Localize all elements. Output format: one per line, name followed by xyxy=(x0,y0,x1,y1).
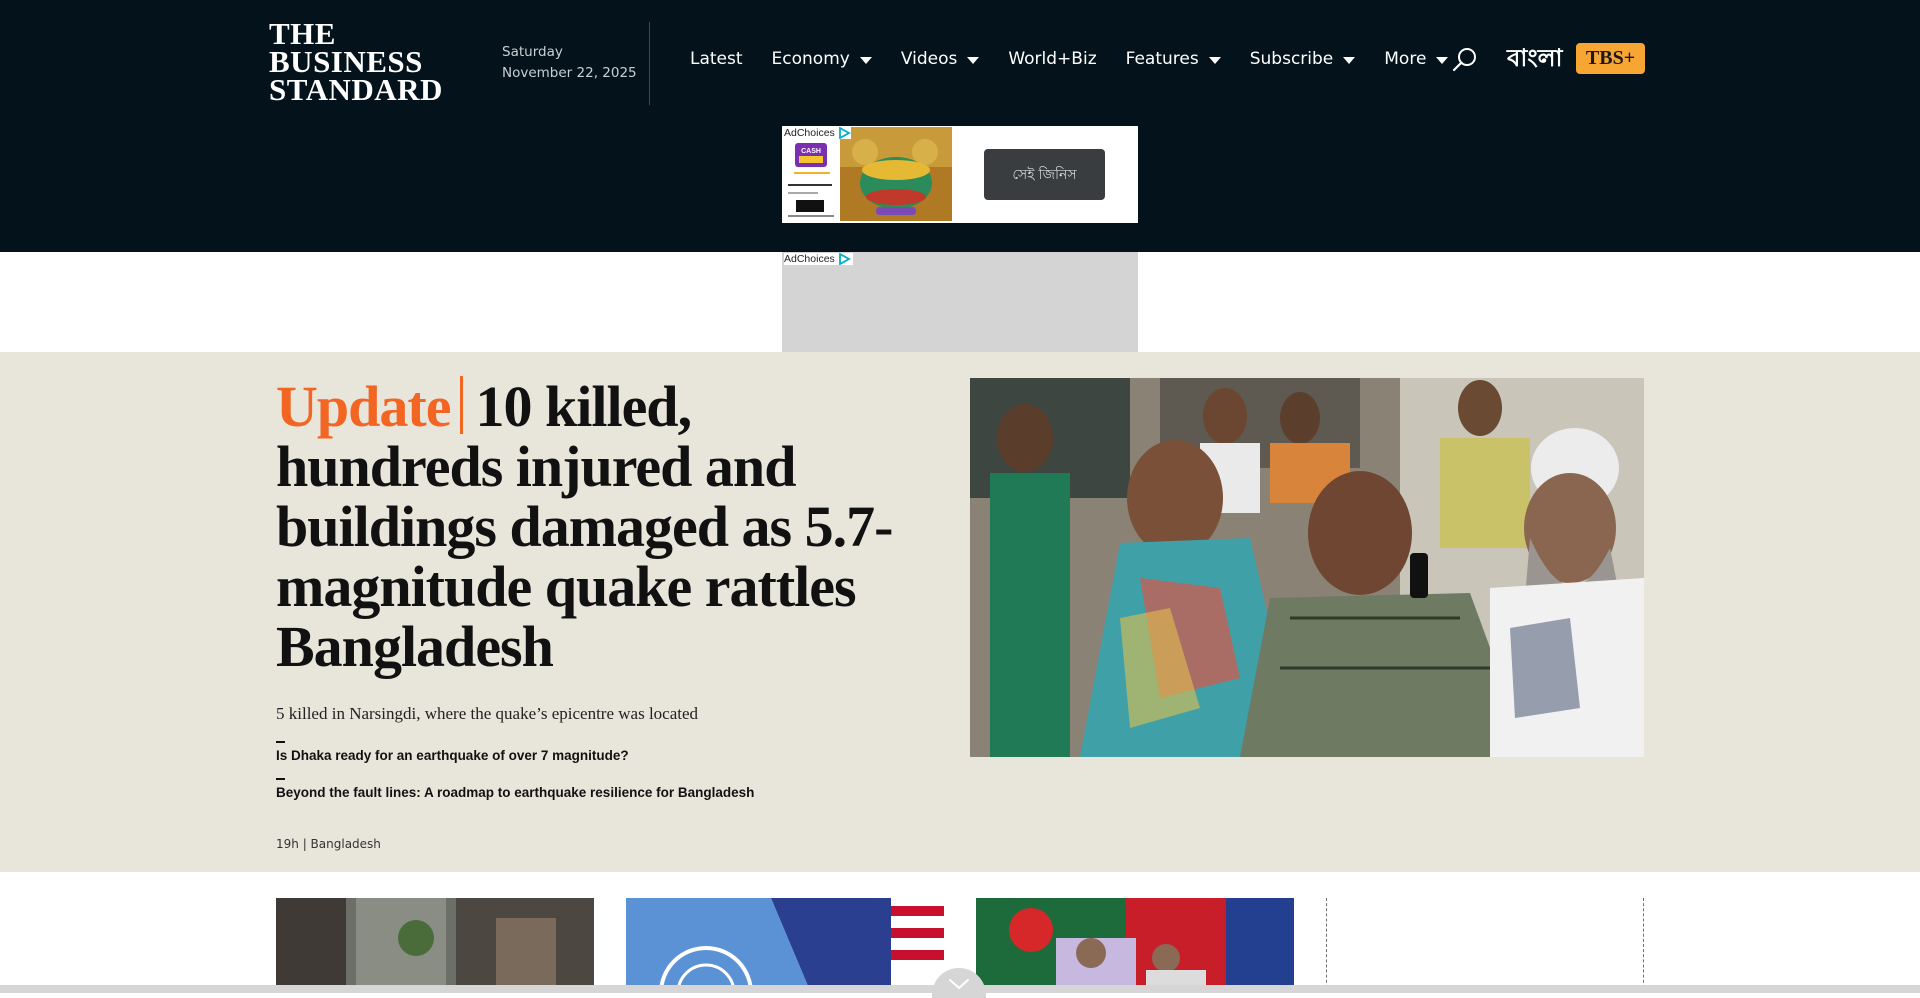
nav-label: Economy xyxy=(771,49,850,69)
related-link-1[interactable]: Is Dhaka ready for an earthquake of over… xyxy=(276,748,629,763)
story-meta: 19h | Bangladesh xyxy=(276,837,381,851)
ad-thumb-text: CASH xyxy=(801,148,821,155)
caret-down-icon xyxy=(967,56,980,64)
story-thumbnail-1[interactable] xyxy=(276,898,594,993)
nav-label: Subscribe xyxy=(1249,49,1334,69)
ad-cta-button[interactable]: সেই জিনিস xyxy=(984,149,1105,200)
story-thumbnail-3[interactable] xyxy=(976,898,1294,993)
caret-down-icon xyxy=(1343,56,1356,64)
advertisement-banner[interactable]: AdChoices CASH সেই জিনিস xyxy=(782,126,1138,223)
tag-divider xyxy=(460,376,464,434)
nav-label: World+Biz xyxy=(1008,49,1097,69)
adchoices-label: AdChoices xyxy=(784,127,835,139)
nav-label: Features xyxy=(1125,49,1199,69)
adchoices-label: AdChoices xyxy=(784,253,835,265)
tbs-plus-button[interactable]: TBS+ xyxy=(1576,43,1645,74)
current-date: Saturday November 22, 2025 xyxy=(502,42,637,84)
site-logo[interactable]: THE BUSINESS STANDARD xyxy=(269,18,444,107)
adchoices-icon xyxy=(838,253,851,265)
nav-videos[interactable]: Videos xyxy=(901,49,980,69)
update-tag: Update xyxy=(276,374,451,439)
related-link-2[interactable]: Beyond the fault lines: A roadmap to ear… xyxy=(276,785,754,800)
caret-down-icon xyxy=(859,56,872,64)
nav-label: Latest xyxy=(690,49,743,69)
lead-story: Update 10 killed, hundreds injured and bu… xyxy=(0,352,1920,872)
search-icon[interactable] xyxy=(1452,47,1478,73)
story-thumbnail-2[interactable] xyxy=(626,898,944,993)
bangla-link[interactable]: বাংলা xyxy=(1507,40,1563,80)
advertisement-slot[interactable]: AdChoices xyxy=(782,252,1138,352)
site-header: THE BUSINESS STANDARD Saturday November … xyxy=(0,0,1920,252)
lead-subheadline: 5 killed in Narsingdi, where the quake’s… xyxy=(276,704,699,723)
nav-world-biz[interactable]: World+Biz xyxy=(1008,49,1096,69)
nav-label: More xyxy=(1384,49,1427,69)
sidebar-panel xyxy=(1326,898,1644,993)
adchoices-badge[interactable]: AdChoices xyxy=(784,127,851,139)
ad-image xyxy=(840,127,952,221)
related-dash xyxy=(276,778,285,780)
header-divider xyxy=(649,22,650,105)
nav-subscribe[interactable]: Subscribe xyxy=(1250,49,1356,69)
caret-down-icon xyxy=(1208,56,1221,64)
ad-thumbnail: CASH xyxy=(786,140,838,220)
adchoices-icon xyxy=(838,127,851,139)
date-full: November 22, 2025 xyxy=(502,65,637,81)
main-nav: Latest Economy Videos World+Biz Features… xyxy=(690,47,1477,71)
adchoices-badge[interactable]: AdChoices xyxy=(784,253,853,265)
nav-latest[interactable]: Latest xyxy=(690,49,743,69)
logo-line-3: STANDARD xyxy=(269,72,443,107)
nav-label: Videos xyxy=(900,49,958,69)
nav-economy[interactable]: Economy xyxy=(772,49,872,69)
lead-headline[interactable]: Update 10 killed, hundreds injured and bu… xyxy=(276,376,916,677)
lead-photo[interactable] xyxy=(970,378,1644,757)
nav-features[interactable]: Features xyxy=(1126,49,1221,69)
date-day: Saturday xyxy=(502,44,563,60)
caret-down-icon xyxy=(1436,56,1449,64)
nav-more[interactable]: More xyxy=(1384,49,1449,69)
related-dash xyxy=(276,741,285,743)
